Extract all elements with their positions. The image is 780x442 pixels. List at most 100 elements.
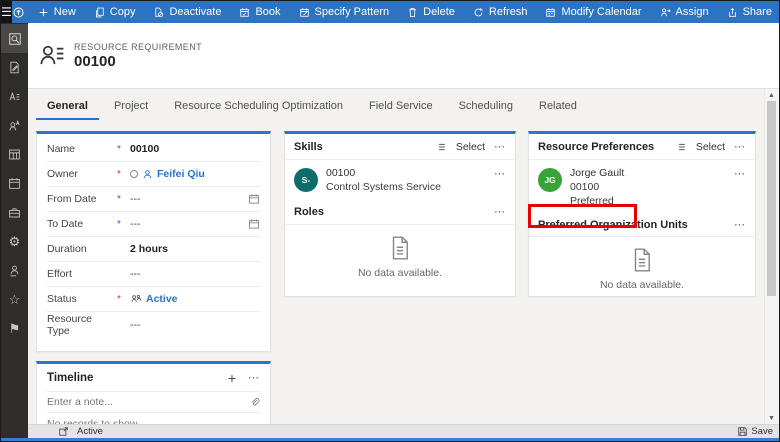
add-note-icon[interactable]: + [228, 370, 236, 386]
book-button[interactable]: Book [230, 1, 289, 23]
skills-header: Skills Select ⋯ [285, 134, 515, 160]
more-options-icon[interactable]: ⋯ [734, 167, 746, 207]
modify-calendar-button[interactable]: Modify Calendar [536, 1, 650, 23]
tab-resource-scheduling-optimization[interactable]: Resource Scheduling Optimization [163, 95, 354, 120]
specify-pattern-button[interactable]: Specify Pattern [290, 1, 399, 23]
field-row-resource-type[interactable]: Resource Type --- [47, 312, 260, 337]
schedule-board-icon [8, 148, 21, 161]
skills-select-button[interactable]: Select [456, 141, 485, 153]
field-row-to-date[interactable]: To Date * --- [47, 212, 260, 237]
field-value: --- [130, 218, 248, 230]
field-label: To Date [47, 218, 117, 230]
sidebar-item-bookings[interactable] [1, 169, 28, 198]
status-reason-icon [130, 293, 142, 305]
gear-icon: ⚙ [9, 234, 21, 250]
roles-header: Roles ⋯ [285, 199, 515, 225]
user-icon [8, 264, 21, 277]
save-button[interactable]: Save [737, 426, 773, 437]
book-label: Book [255, 6, 280, 18]
more-options-icon[interactable]: ⋯ [734, 218, 746, 231]
copy-label: Copy [110, 6, 136, 18]
more-options-icon[interactable]: ⋯ [494, 140, 506, 153]
sidebar-item-favorites[interactable]: ☆ [1, 285, 28, 314]
delete-button[interactable]: Delete [398, 1, 464, 23]
more-options-icon[interactable]: ⋯ [248, 371, 260, 384]
hamburger-menu-button[interactable]: ☰ [1, 1, 12, 23]
assign-button[interactable]: Assign [651, 1, 718, 23]
deactivate-button[interactable]: Deactivate [144, 1, 230, 23]
specify-pattern-label: Specify Pattern [315, 6, 390, 18]
field-row-effort[interactable]: Effort --- [47, 262, 260, 287]
field-row-name[interactable]: Name * 00100 [47, 137, 260, 162]
sidebar-item-settings[interactable]: ⚙ [1, 227, 28, 256]
sidebar-item-search-records[interactable] [1, 24, 28, 53]
tab-related[interactable]: Related [528, 95, 588, 120]
skills-roles-card: Skills Select ⋯ S- 00100 Control Systems… [284, 131, 516, 297]
task-flow-button[interactable] [12, 1, 25, 23]
record-header: RESOURCE REQUIREMENT 00100 [28, 23, 779, 89]
refresh-button[interactable]: Refresh [464, 1, 537, 23]
refresh-icon [473, 7, 484, 18]
scroll-down-icon[interactable]: ▼ [768, 412, 775, 424]
new-button[interactable]: New [29, 1, 85, 23]
paperclip-icon[interactable] [249, 397, 260, 408]
skill-avatar: S- [294, 168, 318, 192]
note-input[interactable]: Enter a note... [47, 391, 260, 413]
resource-id: 00100 [570, 181, 726, 193]
date-picker-icon[interactable] [248, 218, 260, 230]
record-header-text: RESOURCE REQUIREMENT 00100 [74, 42, 202, 70]
more-options-icon[interactable]: ⋯ [734, 140, 746, 153]
field-value: 2 hours [130, 243, 260, 255]
resources-icon [8, 119, 21, 132]
sidebar-item-projects[interactable] [1, 198, 28, 227]
sidebar-item-flags[interactable]: ⚑ [1, 314, 28, 343]
skill-name: Control Systems Service [326, 181, 486, 193]
tab-project[interactable]: Project [103, 95, 159, 120]
general-fields-card: Name * 00100 Owner * Feifei Qiu From Dat… [36, 131, 271, 352]
copy-button[interactable]: Copy [85, 1, 145, 23]
status-link[interactable]: Active [146, 293, 178, 305]
roles-title: Roles [294, 206, 494, 218]
sidebar-item-users[interactable] [1, 256, 28, 285]
assign-label: Assign [676, 6, 709, 18]
resource-preference-type: Preferred [570, 195, 726, 207]
main-area: RESOURCE REQUIREMENT 00100 General Proje… [28, 23, 779, 424]
field-row-owner[interactable]: Owner * Feifei Qiu [47, 162, 260, 187]
owner-link[interactable]: Feifei Qiu [157, 168, 205, 180]
owner-person-icon [142, 169, 153, 180]
scroll-up-icon[interactable]: ▲ [768, 89, 775, 101]
scrollbar-thumb[interactable] [767, 101, 776, 296]
app-sidebar: ⚙ ☆ ⚑ [1, 23, 28, 438]
field-label: Owner [47, 168, 117, 180]
book-icon [239, 7, 250, 18]
sidebar-item-schedule-board[interactable] [1, 140, 28, 169]
task-flow-icon [12, 6, 25, 19]
field-row-status[interactable]: Status * Active [47, 287, 260, 312]
sidebar-item-edit-document[interactable] [1, 53, 28, 82]
skill-item[interactable]: S- 00100 Control Systems Service ⋯ [285, 160, 515, 199]
list-select-icon[interactable] [675, 141, 687, 153]
record-id: 00100 [74, 53, 202, 70]
vertical-scrollbar[interactable]: ▲ ▼ [764, 89, 778, 424]
sidebar-item-resource-requirements[interactable] [1, 82, 28, 111]
resource-requirement-entity-icon [39, 43, 65, 69]
list-select-icon[interactable] [435, 141, 447, 153]
resource-preference-item[interactable]: JG Jorge Gault 00100 Preferred ⋯ [529, 160, 755, 213]
tab-general[interactable]: General [36, 95, 99, 120]
more-options-icon[interactable]: ⋯ [494, 167, 506, 193]
more-options-icon[interactable]: ⋯ [494, 205, 506, 218]
resource-preferences-header: Resource Preferences Select ⋯ [529, 134, 755, 160]
save-label: Save [751, 426, 773, 437]
record-state: Active [77, 426, 103, 437]
field-row-duration[interactable]: Duration 2 hours [47, 237, 260, 262]
tab-field-service[interactable]: Field Service [358, 95, 444, 120]
scrollbar-track[interactable] [765, 101, 778, 412]
share-button[interactable]: Share [718, 1, 780, 23]
sidebar-item-resources[interactable] [1, 111, 28, 140]
field-row-from-date[interactable]: From Date * --- [47, 187, 260, 212]
tab-scheduling[interactable]: Scheduling [448, 95, 524, 120]
command-bar: ☰ New Copy Deactivate Book [1, 1, 779, 23]
plus-icon [38, 7, 49, 18]
resource-preferences-select-button[interactable]: Select [696, 141, 725, 153]
date-picker-icon[interactable] [248, 193, 260, 205]
